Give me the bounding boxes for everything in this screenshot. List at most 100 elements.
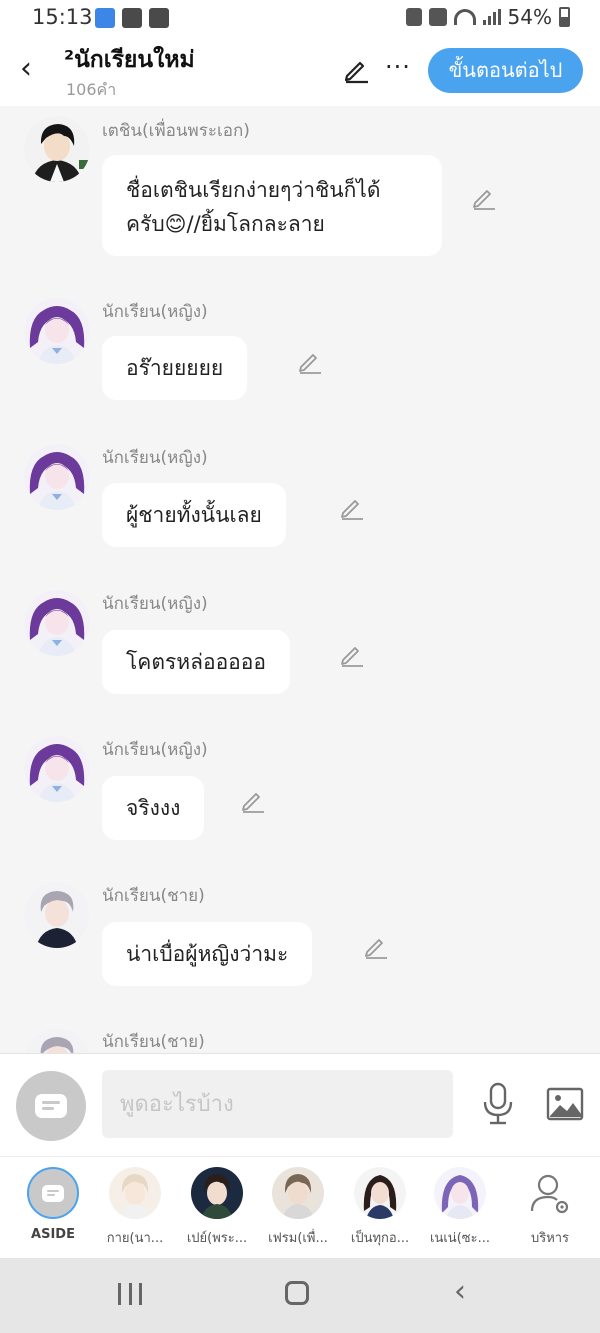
message-bubble[interactable]: ชื่อเตชินเรียกง่ายๆว่าชินก็ได้ ครับ😊//ยิ…: [102, 155, 442, 256]
chat-area[interactable]: เตชิน(เพื่อนพระเอก) ชื่อเตชินเรียกง่ายๆว…: [0, 106, 600, 1053]
character-item-aside[interactable]: ASIDE: [13, 1167, 93, 1242]
sender-name: นักเรียน(ชาย): [102, 1032, 205, 1052]
avatar[interactable]: [24, 590, 90, 656]
system-nav-bar: ‹: [0, 1258, 600, 1333]
message-bubble[interactable]: ผู้ชายทั้งนั้นเลย: [102, 483, 286, 547]
avatar[interactable]: [24, 736, 90, 802]
character-avatar-icon: [434, 1167, 486, 1219]
pencil-icon: [365, 939, 387, 959]
battery-icon: [559, 7, 570, 27]
more-options-button[interactable]: ···: [385, 50, 411, 84]
character-avatar: [109, 1167, 161, 1219]
chat-bubble-icon: [42, 1185, 64, 1202]
character-avatar-icon: [24, 736, 90, 802]
sender-name: นักเรียน(หญิง): [102, 594, 208, 614]
wifi-icon: [453, 9, 476, 25]
message-line: ผู้ชายทั้งนั้นเลย: [126, 503, 262, 527]
status-bar: 15:13 54%: [0, 0, 600, 36]
avatar[interactable]: [24, 298, 90, 364]
avatar[interactable]: [24, 882, 90, 948]
character-item[interactable]: เนเน่(ซะ...: [420, 1167, 500, 1248]
message-line: โคตรหล่อออออ: [126, 650, 267, 674]
message-line: น่าเบื่อผู้หญิงว่ามะ: [126, 942, 289, 966]
pencil-icon: [299, 354, 321, 374]
message-bubble[interactable]: โคตรหล่อออออ: [102, 630, 291, 694]
sender-name: นักเรียน(หญิง): [102, 740, 208, 760]
manage-button[interactable]: บริหาร: [510, 1167, 590, 1248]
character-avatar-icon: [24, 1028, 90, 1053]
sender-name: เตชิน(เพื่อนพระเอก): [102, 121, 250, 141]
avatar[interactable]: [24, 116, 90, 182]
message-bubble[interactable]: จริงงง: [102, 776, 205, 840]
edit-message-button[interactable]: [297, 349, 323, 375]
character-avatar-icon: [272, 1167, 324, 1219]
sender-name: นักเรียน(หญิง): [102, 302, 208, 322]
character-label: เนเน่(ซะ...: [430, 1231, 490, 1246]
aside-toggle-button[interactable]: [16, 1071, 86, 1141]
character-label: ASIDE: [31, 1227, 75, 1242]
upload-notification-icon: [95, 8, 115, 28]
character-item[interactable]: กาย(นา...: [95, 1167, 175, 1248]
home-button[interactable]: [285, 1281, 309, 1305]
header: ‹ ²นักเรียนใหม่ 106คำ ··· ขั้นตอนต่อไป: [0, 36, 600, 106]
avatar[interactable]: [24, 444, 90, 510]
manage-icon-wrap: [524, 1167, 576, 1219]
next-step-button[interactable]: ขั้นตอนต่อไป: [428, 48, 583, 93]
notification-icons: [95, 8, 169, 28]
message-line: ชื่อเตชินเรียกง่ายๆว่าชินก็ได้: [126, 178, 381, 202]
pencil-icon: [344, 61, 368, 84]
message-bubble[interactable]: อร๊ายยยยย: [102, 336, 248, 400]
microphone-icon: [483, 1082, 513, 1125]
character-avatar: [354, 1167, 406, 1219]
status-time: 15:13: [32, 5, 93, 29]
sender-name: นักเรียน(ชาย): [102, 886, 205, 906]
character-avatar: [434, 1167, 486, 1219]
message-bubble[interactable]: น่าเบื่อผู้หญิงว่ามะ: [102, 922, 313, 986]
pencil-icon: [341, 500, 363, 520]
character-avatar-icon: [191, 1167, 243, 1219]
back-button[interactable]: ‹: [12, 52, 40, 86]
microphone-button[interactable]: [480, 1082, 516, 1126]
image-button[interactable]: [545, 1084, 585, 1124]
chat-bubble-icon: [35, 1094, 67, 1118]
character-avatar: [272, 1167, 324, 1219]
character-item[interactable]: เปย์(พระ...: [177, 1167, 257, 1248]
edit-title-button[interactable]: [342, 56, 370, 84]
character-avatar-icon: [354, 1167, 406, 1219]
gallery-notification-icon: [122, 8, 142, 28]
character-avatar-icon: [24, 444, 90, 510]
character-avatar-icon: [24, 882, 90, 948]
character-selector: ASIDE กาย(นา... เปย์(พระ... เฟรม(เพื่...…: [0, 1156, 600, 1259]
image-icon: [546, 1087, 584, 1121]
character-label: เป็นทุกอ...: [350, 1231, 410, 1246]
message-line: ครับ😊//ยิ้มโลกละลาย: [126, 212, 325, 236]
character-item[interactable]: เป็นทุกอ...: [340, 1167, 420, 1248]
edit-message-button[interactable]: [240, 788, 266, 814]
page-title: ²นักเรียนใหม่: [64, 47, 195, 73]
edit-message-button[interactable]: [363, 934, 389, 960]
message-line: จริงงง: [126, 796, 181, 820]
user-settings-icon: [530, 1174, 569, 1214]
aside-avatar: [27, 1167, 79, 1219]
recents-button[interactable]: [118, 1283, 142, 1305]
message-input[interactable]: [102, 1070, 453, 1138]
battery-saver-icon: [405, 8, 422, 26]
character-label: กาย(นา...: [106, 1231, 164, 1246]
system-back-button[interactable]: ‹: [454, 1277, 466, 1307]
pencil-icon: [242, 793, 264, 813]
character-item[interactable]: เฟรม(เพื่...: [258, 1167, 338, 1248]
sender-name: นักเรียน(หญิง): [102, 448, 208, 468]
input-bar: [0, 1053, 600, 1157]
character-label: เปย์(พระ...: [186, 1231, 248, 1246]
system-icons: 54%: [405, 5, 570, 29]
character-avatar: [191, 1167, 243, 1219]
avatar[interactable]: [24, 1028, 90, 1053]
edit-message-button[interactable]: [339, 495, 365, 521]
pencil-icon: [341, 647, 363, 667]
character-label: เฟรม(เพื่...: [268, 1231, 328, 1246]
pencil-icon: [473, 190, 495, 210]
mute-icon: [428, 8, 447, 26]
character-avatar-icon: [109, 1167, 161, 1219]
edit-message-button[interactable]: [471, 185, 497, 211]
edit-message-button[interactable]: [339, 642, 365, 668]
